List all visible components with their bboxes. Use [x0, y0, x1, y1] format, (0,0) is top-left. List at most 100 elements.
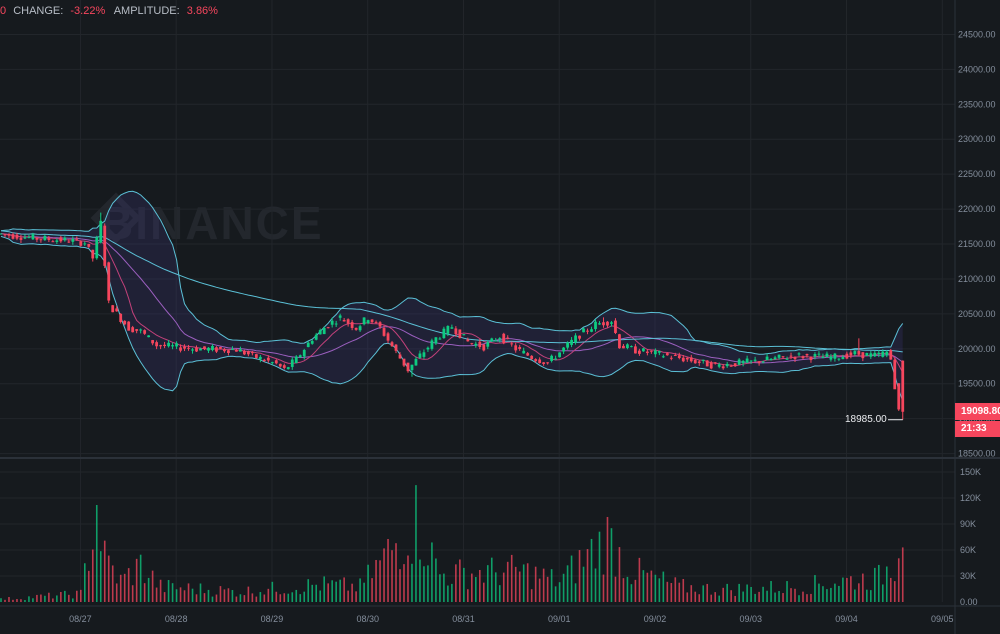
volume-bar [415, 485, 417, 602]
candle-body [530, 355, 534, 360]
volume-bar [95, 505, 98, 602]
candle-body [398, 354, 402, 359]
candle-body [266, 357, 270, 361]
candle-body [59, 237, 63, 242]
candle-body [79, 241, 83, 246]
candle-body [11, 234, 15, 239]
candle-body [618, 334, 621, 349]
candle-body [542, 362, 546, 364]
volume-bar [638, 557, 641, 602]
volume-bar [471, 573, 473, 602]
candle-body [498, 338, 502, 340]
candle-body [262, 359, 266, 362]
volume-bar [766, 590, 768, 602]
candle-body [298, 355, 302, 358]
candle-body [645, 351, 649, 353]
candle-body [282, 365, 286, 368]
volume-bar [227, 588, 230, 602]
candle-body [721, 366, 725, 369]
volume-bar [498, 585, 501, 602]
volume-bar [76, 590, 78, 602]
volume-bar [582, 566, 585, 602]
volume-bar [854, 589, 856, 602]
volume-bar [810, 593, 812, 602]
candle-body [554, 358, 558, 360]
candle-body [258, 356, 262, 360]
candle-body [227, 350, 230, 354]
price-tick-label: 22000.00 [958, 204, 996, 214]
candle-body [246, 351, 250, 355]
current-price-tag: 19098.80 [955, 403, 1000, 420]
volume-tick-label: 120K [960, 493, 981, 503]
volume-bar [830, 587, 832, 602]
volume-bar [339, 579, 341, 602]
volume-bar [862, 573, 864, 602]
candle-body [131, 327, 135, 333]
candle-body [813, 354, 817, 357]
volume-bar [650, 570, 653, 602]
volume-bar [439, 574, 441, 602]
period-low-label: 18985.00 [845, 414, 887, 425]
volume-bar [494, 572, 497, 602]
candle-body [99, 220, 103, 243]
volume-bar [598, 531, 601, 602]
volume-bar [479, 569, 481, 602]
volume-bar [323, 576, 325, 602]
volume-bar [794, 588, 796, 602]
volume-bar [371, 578, 373, 602]
candle-body [286, 367, 290, 370]
candle-body [845, 353, 849, 359]
volume-bar [738, 583, 740, 602]
volume-bar [774, 592, 776, 602]
candle-body [510, 343, 514, 345]
volume-bar [542, 568, 545, 602]
volume-bar [610, 528, 613, 602]
volume-bar [790, 588, 792, 602]
candle-body [342, 319, 346, 322]
candle-body [801, 356, 805, 359]
volume-bar [263, 594, 266, 602]
volume-bar [522, 564, 525, 602]
volume-bar [798, 595, 800, 602]
volume-bar [658, 578, 661, 602]
volume-bar [103, 540, 106, 602]
volume-bar [191, 588, 194, 602]
candle-body [250, 352, 254, 354]
candle-body [147, 335, 151, 338]
volume-bar [538, 578, 541, 602]
candle-body [374, 321, 378, 323]
volume-bar [391, 550, 393, 602]
candlestick-chart[interactable]: 24500.00 24000.00 23500.00 23000.00 22500.00… [0, 0, 1000, 634]
candle-body [753, 359, 757, 361]
volume-bar [546, 576, 549, 602]
candle-body [0, 233, 3, 235]
volume-bar [32, 598, 34, 602]
volume-bar [893, 581, 896, 602]
candle-body [809, 357, 813, 361]
candle-body [27, 237, 31, 239]
candle-body [885, 351, 889, 356]
x-tick-label: 08/27 [69, 614, 92, 624]
candle-body [302, 349, 306, 357]
volume-bar [758, 591, 760, 602]
candle-body [889, 350, 893, 360]
candle-body [578, 335, 581, 339]
volume-bar [838, 585, 840, 602]
volume-bar [431, 542, 433, 602]
volume-bar [171, 583, 174, 602]
candle-body [869, 353, 873, 357]
candle-body [745, 358, 749, 363]
volume-bar [455, 564, 457, 602]
price-tick-label: 24500.00 [958, 29, 996, 39]
volume-bar [475, 577, 477, 602]
candle-body [725, 363, 729, 367]
candle-body [171, 345, 174, 347]
chart-root[interactable]: BINANCE 24500.00 24000.00 23500.00 23000.00… [0, 0, 1000, 634]
volume-bar [315, 584, 318, 602]
candle-body [793, 356, 797, 360]
candle-body [893, 359, 897, 390]
volume-bar [207, 589, 210, 602]
x-tick-label: 09/05 [931, 614, 954, 624]
price-tick-label: 21000.00 [958, 274, 996, 284]
volume-bar [403, 564, 405, 602]
